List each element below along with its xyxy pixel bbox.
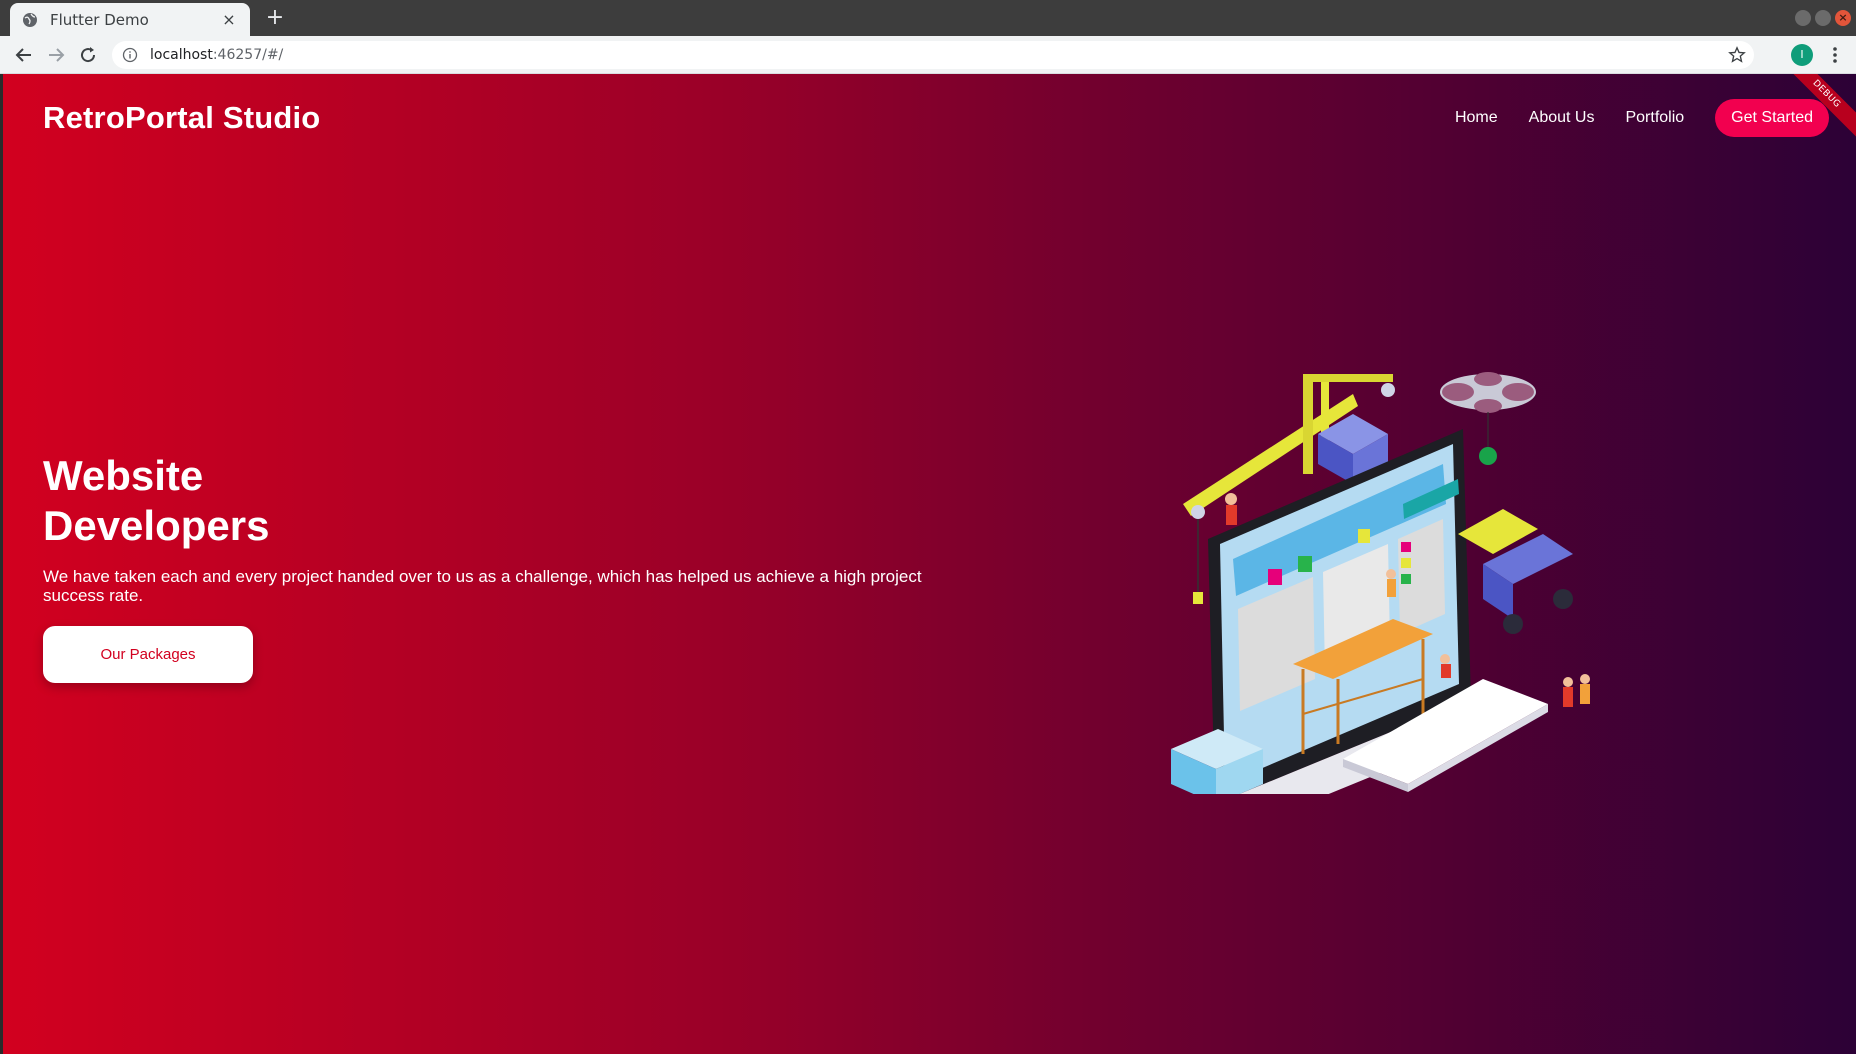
brand-logo[interactable]: RetroPortal Studio (43, 100, 320, 136)
site-info-icon[interactable] (122, 47, 138, 63)
hero-title: Website Developers (43, 451, 543, 551)
browser-tab[interactable]: Flutter Demo × (10, 3, 250, 36)
globe-icon (23, 12, 37, 27)
more-menu-icon[interactable] (1825, 45, 1845, 65)
browser-titlebar: Flutter Demo × + × (0, 0, 1856, 36)
back-arrow-icon[interactable] (14, 45, 34, 65)
get-started-button[interactable]: Get Started (1715, 99, 1829, 137)
truck-icon (1458, 509, 1573, 634)
forward-arrow-icon[interactable] (46, 45, 66, 65)
address-bar[interactable]: localhost:46257/#/ (112, 41, 1754, 69)
new-tab-button[interactable]: + (264, 7, 286, 29)
hero-title-line1: Website (43, 452, 204, 499)
url-path: :46257/#/ (212, 47, 284, 63)
our-packages-button[interactable]: Our Packages (43, 626, 253, 683)
nav-home[interactable]: Home (1455, 109, 1498, 127)
url-host: localhost (150, 47, 213, 63)
nav-portfolio[interactable]: Portfolio (1625, 109, 1684, 127)
top-navigation: Home About Us Portfolio Get Started (1455, 98, 1856, 138)
hero-description: We have taken each and every project han… (43, 567, 922, 605)
browser-toolbar: localhost:46257/#/ I (0, 36, 1856, 74)
profile-avatar[interactable]: I (1791, 44, 1813, 66)
close-window-button[interactable]: × (1835, 10, 1851, 26)
reload-icon[interactable] (78, 45, 98, 65)
bookmark-star-icon[interactable] (1728, 46, 1746, 64)
tab-title: Flutter Demo (50, 10, 149, 29)
hero-title-line2: Developers (43, 502, 270, 549)
maximize-window-button[interactable] (1815, 10, 1831, 26)
nav-about-us[interactable]: About Us (1529, 109, 1595, 127)
close-tab-icon[interactable]: × (220, 10, 238, 29)
page-viewport: RetroPortal Studio Home About Us Portfol… (3, 74, 1856, 1054)
minimize-window-button[interactable] (1795, 10, 1811, 26)
isometric-web-development-icon (1171, 372, 1590, 794)
